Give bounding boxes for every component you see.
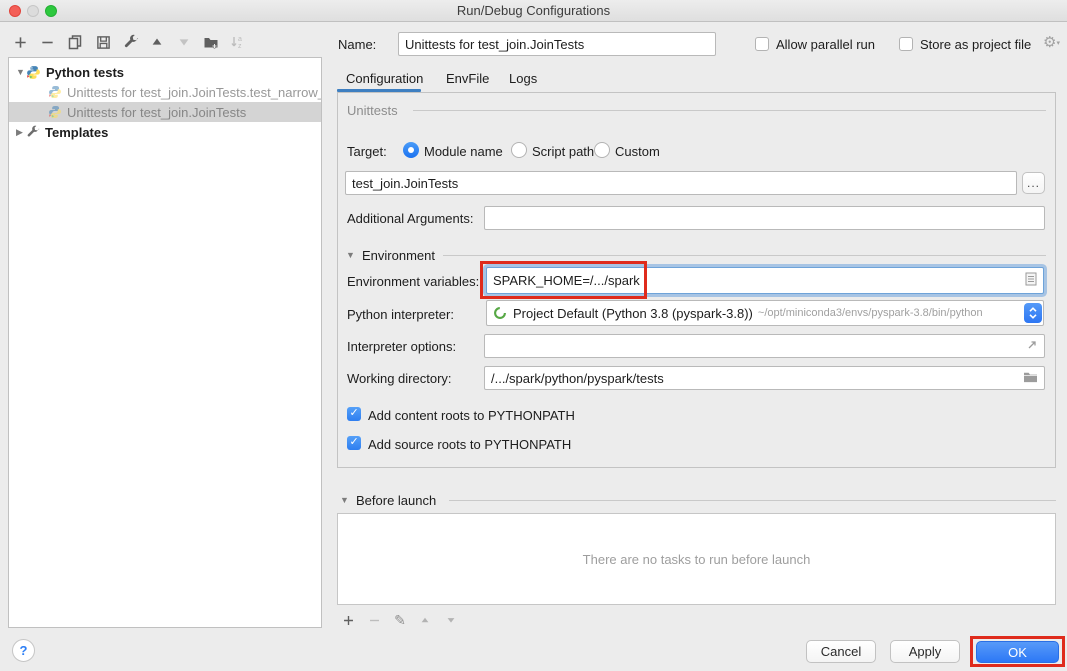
sort-alphabetically-icon: az xyxy=(227,33,247,51)
before-launch-remove-icon xyxy=(364,611,384,629)
before-launch-collapse-icon[interactable]: ▼ xyxy=(340,495,349,505)
minimize-window-button xyxy=(27,5,39,17)
python-test-config-icon xyxy=(48,85,62,99)
python-tests-icon xyxy=(26,65,41,80)
remove-configuration-icon[interactable] xyxy=(37,33,57,51)
target-custom-radio[interactable] xyxy=(594,142,610,158)
move-up-icon[interactable] xyxy=(147,33,167,51)
tree-item-label: Unittests for test_join.JoinTests.test_n… xyxy=(67,85,321,100)
store-as-project-file-label: Store as project file xyxy=(920,37,1031,52)
section-divider xyxy=(443,255,1046,256)
tree-item-unittests-narrow[interactable]: Unittests for test_join.JoinTests.test_n… xyxy=(9,82,321,102)
browse-module-button[interactable]: ... xyxy=(1022,172,1045,194)
target-custom-label[interactable]: Custom xyxy=(615,144,660,159)
environment-variables-label: Environment variables: xyxy=(347,274,479,289)
svg-text:z: z xyxy=(238,43,242,50)
move-down-icon xyxy=(174,33,194,51)
environment-variables-input[interactable]: SPARK_HOME=/.../spark xyxy=(486,267,1044,294)
tab-envfile[interactable]: EnvFile xyxy=(446,71,489,86)
interpreter-options-input[interactable] xyxy=(484,334,1045,358)
copy-configuration-icon[interactable] xyxy=(65,33,85,51)
save-configuration-icon[interactable] xyxy=(93,33,113,51)
store-as-project-file-checkbox[interactable] xyxy=(899,37,913,51)
title-bar: Run/Debug Configurations xyxy=(0,0,1067,22)
python-interpreter-select[interactable]: Project Default (Python 3.8 (pyspark-3.8… xyxy=(486,300,1044,326)
collapse-arrow-icon[interactable]: ▼ xyxy=(16,67,26,77)
add-content-roots-checkbox[interactable] xyxy=(347,407,361,421)
add-source-roots-checkbox[interactable] xyxy=(347,436,361,450)
unittests-section-label: Unittests xyxy=(347,103,398,118)
add-content-roots-label[interactable]: Add content roots to PYTHONPATH xyxy=(368,408,575,423)
apply-button[interactable]: Apply xyxy=(890,640,960,663)
additional-arguments-input[interactable] xyxy=(484,206,1045,230)
tab-configuration[interactable]: Configuration xyxy=(346,71,423,86)
additional-arguments-label: Additional Arguments: xyxy=(347,211,473,226)
new-folder-icon[interactable] xyxy=(201,33,221,51)
configurations-tree: ▼ Python tests Unittests for test_join.J… xyxy=(8,57,322,628)
before-launch-add-icon[interactable] xyxy=(338,611,358,629)
before-launch-move-up-icon xyxy=(415,611,435,629)
window-title: Run/Debug Configurations xyxy=(0,0,1067,22)
allow-parallel-run-label: Allow parallel run xyxy=(776,37,875,52)
zoom-window-button[interactable] xyxy=(45,5,57,17)
before-launch-move-down-icon xyxy=(441,611,461,629)
add-source-roots-label[interactable]: Add source roots to PYTHONPATH xyxy=(368,437,571,452)
svg-text:a: a xyxy=(238,36,242,43)
name-label: Name: xyxy=(338,37,376,52)
interpreter-dropdown-icon[interactable] xyxy=(1024,303,1042,323)
gear-icon[interactable]: ⚙▾ xyxy=(1043,33,1060,51)
tree-item-python-tests[interactable]: ▼ Python tests xyxy=(9,62,321,82)
folder-icon[interactable] xyxy=(1023,370,1038,386)
tree-item-templates[interactable]: ▶ Templates xyxy=(9,122,321,142)
tree-item-unittests-jointests-selected[interactable]: Unittests for test_join.JoinTests xyxy=(9,102,321,122)
before-launch-empty-message: There are no tasks to run before launch xyxy=(583,552,811,567)
python-interpreter-label: Python interpreter: xyxy=(347,307,454,322)
interpreter-path: ~/opt/miniconda3/envs/pyspark-3.8/bin/py… xyxy=(758,307,983,319)
wrench-icon xyxy=(26,125,40,139)
environment-section-label: Environment xyxy=(362,248,435,263)
edit-environment-variables-icon[interactable] xyxy=(1025,272,1037,289)
ok-button[interactable]: OK xyxy=(976,641,1059,663)
python-test-config-icon xyxy=(48,105,62,119)
before-launch-task-list[interactable]: There are no tasks to run before launch xyxy=(337,513,1056,605)
environment-collapse-icon[interactable]: ▼ xyxy=(346,250,355,260)
interpreter-options-label: Interpreter options: xyxy=(347,339,456,354)
tab-logs[interactable]: Logs xyxy=(509,71,537,86)
tree-item-label: Unittests for test_join.JoinTests xyxy=(67,105,246,120)
before-launch-edit-icon: ✎ xyxy=(390,611,410,629)
run-debug-configurations-dialog: Run/Debug Configurations az ▼ Pyt xyxy=(0,0,1067,671)
close-window-button[interactable] xyxy=(9,5,21,17)
target-module-name-radio[interactable] xyxy=(403,142,419,158)
allow-parallel-run-checkbox[interactable] xyxy=(755,37,769,51)
tree-item-label: Python tests xyxy=(46,65,124,80)
target-label: Target: xyxy=(347,144,387,159)
before-launch-section-label: Before launch xyxy=(356,493,436,508)
edit-templates-icon[interactable] xyxy=(121,33,141,51)
working-directory-input[interactable]: /.../spark/python/pyspark/tests xyxy=(484,366,1045,390)
target-script-path-label[interactable]: Script path xyxy=(532,144,594,159)
section-divider xyxy=(413,110,1046,111)
name-input[interactable]: Unittests for test_join.JoinTests xyxy=(398,32,716,56)
section-divider xyxy=(449,500,1056,501)
expand-field-icon[interactable] xyxy=(1026,339,1038,354)
module-name-input[interactable]: test_join.JoinTests xyxy=(345,171,1017,195)
cancel-button[interactable]: Cancel xyxy=(806,640,876,663)
target-module-name-label[interactable]: Module name xyxy=(424,144,503,159)
tree-item-label: Templates xyxy=(45,125,108,140)
conda-environment-icon xyxy=(493,306,507,320)
target-script-path-radio[interactable] xyxy=(511,142,527,158)
expand-arrow-icon[interactable]: ▶ xyxy=(16,127,26,138)
add-configuration-icon[interactable] xyxy=(10,33,30,51)
help-button[interactable]: ? xyxy=(12,639,35,662)
working-directory-label: Working directory: xyxy=(347,371,452,386)
